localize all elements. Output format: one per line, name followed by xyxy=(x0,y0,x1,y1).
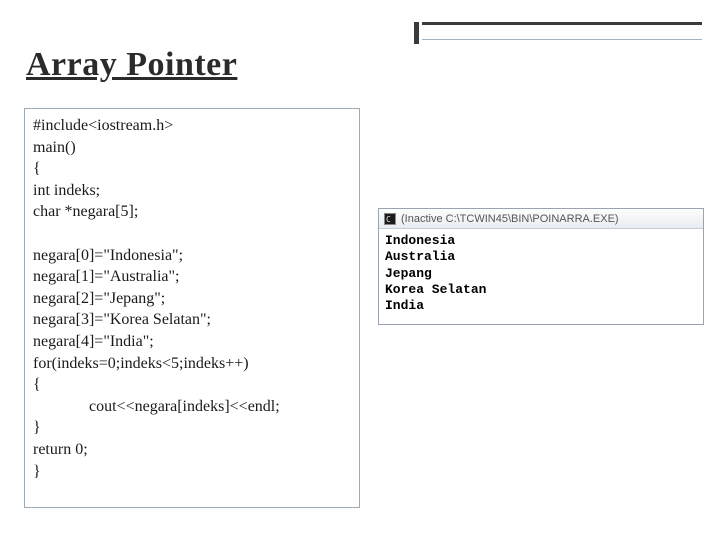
console-output: Indonesia Australia Jepang Korea Selatan… xyxy=(379,229,703,324)
svg-text:C: C xyxy=(386,215,391,224)
page-title: Array Pointer xyxy=(26,46,237,84)
console-titlebar: C (Inactive C:\TCWIN45\BIN\POINARRA.EXE) xyxy=(379,209,703,229)
source-code-block: #include<iostream.h> main() { int indeks… xyxy=(24,108,360,508)
console-window: C (Inactive C:\TCWIN45\BIN\POINARRA.EXE)… xyxy=(378,208,704,325)
decorative-header-rule xyxy=(422,22,702,40)
cmd-icon: C xyxy=(383,212,397,226)
console-title-text: (Inactive C:\TCWIN45\BIN\POINARRA.EXE) xyxy=(401,213,619,225)
